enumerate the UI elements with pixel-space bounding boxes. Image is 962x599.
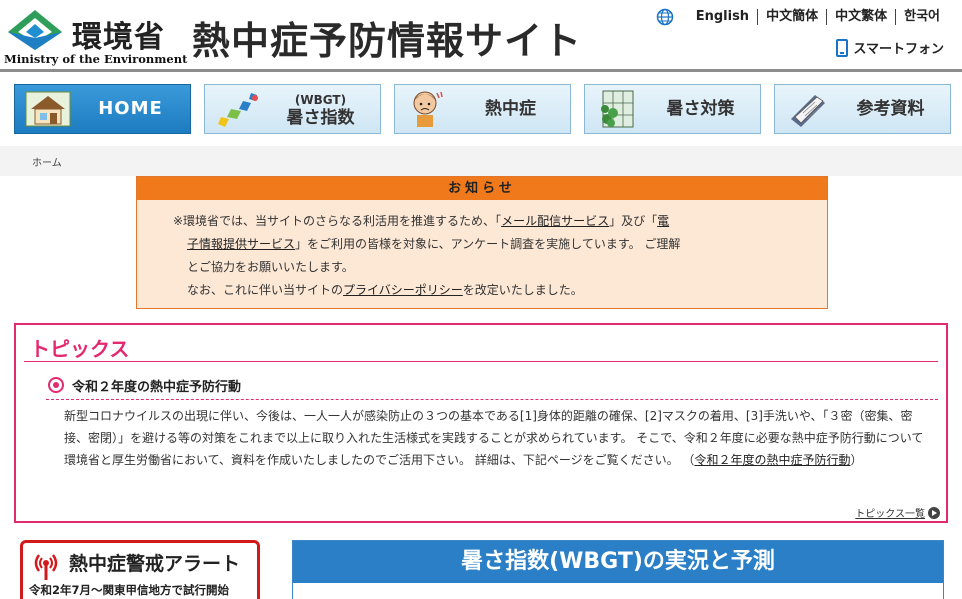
- breadcrumb-home[interactable]: ホーム: [32, 154, 62, 169]
- topic-heading[interactable]: 令和２年度の熱中症予防行動: [72, 376, 241, 395]
- wbgt-map-icon: [218, 93, 258, 127]
- broadcast-tower-icon: [34, 554, 58, 580]
- wbgt-title: 暑さ指数(WBGT)の実況と予測: [293, 541, 943, 583]
- topics-section: トピックス 令和２年度の熱中症予防行動 新型コロナウイルスの出現に伴い、今後は、…: [14, 323, 948, 523]
- nav-references[interactable]: 参考資料: [774, 84, 951, 134]
- topic-body-end: ）: [850, 453, 863, 467]
- notice-line-4: なお、これに伴い当サイトのプライバシーポリシーを改定いたしました。: [173, 279, 787, 302]
- notice-text: 」及び「: [609, 214, 658, 228]
- topics-list-label: トピックス一覧: [855, 509, 925, 520]
- ministry-logo-mark-icon: [8, 10, 62, 50]
- nav-countermeasures[interactable]: 暑さ対策: [584, 84, 761, 134]
- lang-chinese-simplified-link[interactable]: 中文簡体: [758, 9, 828, 25]
- nav-wbgt-sublabel: (WBGT): [294, 93, 347, 107]
- nav-references-label: 参考資料: [856, 99, 925, 119]
- language-bar: English 中文簡体 中文繁体 한국어: [656, 8, 948, 26]
- nav-wbgt-main-label: 暑さ指数: [286, 108, 355, 128]
- nav-heatstroke-label: 熱中症: [485, 99, 536, 119]
- lang-english-link[interactable]: English: [688, 9, 759, 25]
- topic-bullet-icon: [48, 377, 64, 393]
- smartphone-icon: [836, 38, 849, 57]
- topic-detail-link[interactable]: 令和２年度の熱中症予防行動: [694, 453, 850, 467]
- green-curtain-icon: [601, 90, 634, 128]
- notice-text: ※環境省では、当サイトのさらなる利活用を推進するため、「: [173, 214, 502, 228]
- notice-line-3: とご協力をお願いいたします。: [187, 260, 354, 274]
- main-nav: HOME (WBGT) 暑さ指数 熱中症 暑さ対策 参考資料: [14, 84, 952, 134]
- notice-text: を改定いたしました。: [462, 283, 583, 297]
- arrow-right-icon: [928, 506, 940, 519]
- data-service-link-start[interactable]: 電: [657, 214, 669, 228]
- ministry-name-jp: 環境省: [72, 20, 165, 55]
- alert-subtitle: 令和2年7月～関東甲信地方で試行開始: [29, 583, 230, 597]
- mail-service-link[interactable]: メール配信サービス: [501, 214, 609, 228]
- topics-divider: [24, 361, 938, 362]
- notice-text: なお、これに伴い当サイトの: [187, 283, 344, 297]
- topic-divider: [46, 399, 938, 400]
- ministry-logo[interactable]: 環境省 Ministry of the Environment: [4, 6, 187, 66]
- lang-chinese-traditional-link[interactable]: 中文繁体: [827, 9, 897, 25]
- heat-alert-banner[interactable]: 熱中症警戒アラート 令和2年7月～関東甲信地方で試行開始: [20, 540, 260, 599]
- nav-wbgt-label: (WBGT) 暑さ指数: [261, 91, 380, 127]
- lang-korean-link[interactable]: 한국어: [896, 9, 948, 25]
- topics-list-link[interactable]: トピックス一覧: [855, 505, 940, 520]
- house-icon: [25, 91, 71, 127]
- notice-text: 」をご利用の皆様を対象に、アンケート調査を実施しています。 ご理解: [295, 237, 681, 251]
- alert-title: 熱中症警戒アラート: [69, 553, 241, 575]
- nav-wbgt[interactable]: (WBGT) 暑さ指数: [204, 84, 381, 134]
- breadcrumb: ホーム: [0, 146, 962, 176]
- data-service-link[interactable]: 子情報提供サービス: [187, 237, 295, 251]
- smartphone-link[interactable]: スマートフォン: [836, 38, 944, 57]
- nav-home[interactable]: HOME: [14, 84, 191, 134]
- nav-home-label: HOME: [98, 98, 163, 119]
- heatstroke-person-icon: [413, 91, 443, 127]
- notice-title: お知らせ: [137, 177, 827, 200]
- globe-icon: [656, 8, 673, 26]
- topics-title: トピックス: [30, 337, 130, 361]
- nav-heatstroke[interactable]: 熱中症: [394, 84, 571, 134]
- site-header: 環境省 Ministry of the Environment 熱中症予防情報サ…: [0, 0, 962, 72]
- smartphone-label: スマートフォン: [853, 42, 944, 57]
- topic-body: 新型コロナウイルスの出現に伴い、今後は、一人一人が感染防止の３つの基本である[1…: [64, 405, 930, 471]
- notice-line-2: 子情報提供サービス」をご利用の皆様を対象に、アンケート調査を実施しています。 ご…: [173, 233, 787, 256]
- documents-icon: [791, 95, 825, 127]
- nav-countermeasures-label: 暑さ対策: [666, 99, 735, 119]
- ministry-name-en: Ministry of the Environment: [4, 52, 188, 66]
- notice-body: ※環境省では、当サイトのさらなる利活用を推進するため、「メール配信サービス」及び…: [137, 200, 827, 302]
- notice-line-1: ※環境省では、当サイトのさらなる利活用を推進するため、「メール配信サービス」及び…: [173, 210, 787, 233]
- notice-box: お知らせ ※環境省では、当サイトのさらなる利活用を推進するため、「メール配信サー…: [136, 176, 828, 309]
- wbgt-panel: 暑さ指数(WBGT)の実況と予測: [292, 540, 944, 599]
- site-title[interactable]: 熱中症予防情報サイト: [192, 10, 582, 65]
- privacy-policy-link[interactable]: プライバシーポリシー: [343, 283, 463, 297]
